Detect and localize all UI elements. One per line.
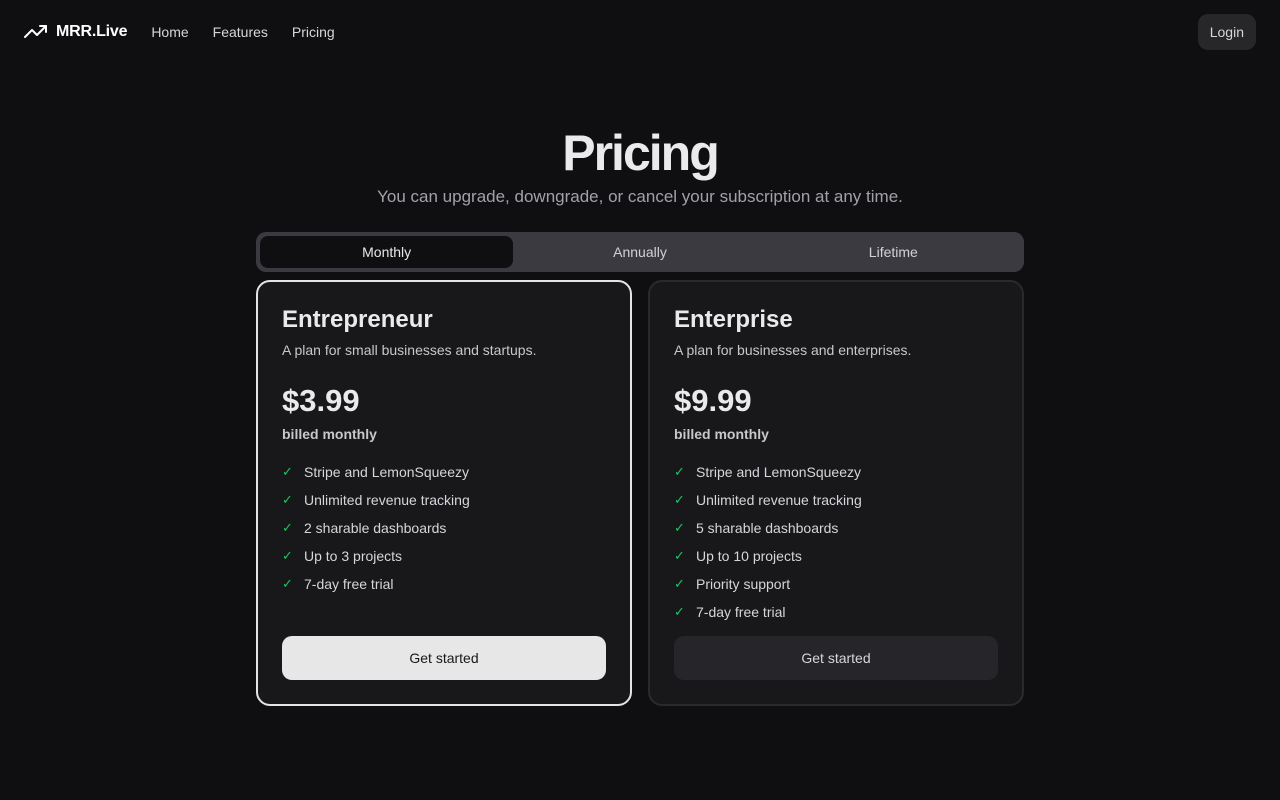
- plan-price: $9.99: [674, 383, 752, 418]
- feature-item: ✓ Stripe and LemonSqueezy: [674, 458, 998, 486]
- check-icon: ✓: [674, 576, 685, 591]
- nav-link-home[interactable]: Home: [151, 24, 188, 40]
- check-icon: ✓: [282, 464, 293, 479]
- feature-item: ✓ Unlimited revenue tracking: [674, 486, 998, 514]
- feature-label: 7-day free trial: [696, 604, 786, 620]
- nav-link-features[interactable]: Features: [213, 24, 268, 40]
- feature-label: Priority support: [696, 576, 791, 592]
- feature-list: ✓ Stripe and LemonSqueezy ✓ Unlimited reve…: [282, 458, 606, 598]
- check-icon: ✓: [674, 548, 685, 563]
- plan-name: Enterprise: [674, 306, 793, 333]
- feature-item: ✓ 7-day free trial: [282, 570, 606, 598]
- plan-description: A plan for businesses and enterprises.: [674, 342, 912, 358]
- pricing-hero: Pricing You can upgrade, downgrade, or c…: [0, 124, 1280, 208]
- get-started-button[interactable]: Get started: [282, 636, 606, 680]
- feature-item: ✓ Stripe and LemonSqueezy: [282, 458, 606, 486]
- feature-label: Unlimited revenue tracking: [696, 492, 862, 508]
- billing-period-toggle: Monthly Annually Lifetime: [256, 232, 1024, 272]
- plan-card-entrepreneur: Entrepreneur A plan for small businesses…: [256, 280, 632, 706]
- feature-item: ✓ 2 sharable dashboards: [282, 514, 606, 542]
- feature-label: Stripe and LemonSqueezy: [304, 464, 469, 480]
- check-icon: ✓: [282, 520, 293, 535]
- page-subtitle: You can upgrade, downgrade, or cancel yo…: [377, 187, 903, 206]
- check-icon: ✓: [674, 492, 685, 507]
- login-button[interactable]: Login: [1197, 14, 1256, 50]
- plan-price: $3.99: [282, 383, 360, 418]
- feature-list: ✓ Stripe and LemonSqueezy ✓ Unlimited reve…: [674, 458, 998, 626]
- feature-item: ✓ Up to 3 projects: [282, 542, 606, 570]
- plan-billing-period: billed monthly: [282, 426, 377, 442]
- check-icon: ✓: [674, 464, 685, 479]
- check-icon: ✓: [282, 576, 293, 591]
- check-icon: ✓: [674, 604, 685, 619]
- feature-item: ✓ 5 sharable dashboards: [674, 514, 998, 542]
- feature-label: Up to 10 projects: [696, 548, 802, 564]
- toggle-option-annually[interactable]: Annually: [513, 236, 766, 268]
- get-started-button[interactable]: Get started: [674, 636, 998, 680]
- feature-label: 7-day free trial: [304, 576, 394, 592]
- brand-name: MRR.Live: [56, 23, 128, 40]
- nav-link-pricing[interactable]: Pricing: [292, 24, 335, 40]
- page-title: Pricing: [562, 125, 719, 181]
- plan-billing-period: billed monthly: [674, 426, 769, 442]
- feature-item: ✓ Up to 10 projects: [674, 542, 998, 570]
- feature-label: 2 sharable dashboards: [304, 520, 447, 536]
- plan-name: Entrepreneur: [282, 306, 433, 333]
- plan-card-enterprise: Enterprise A plan for businesses and ent…: [648, 280, 1024, 706]
- feature-item: ✓ Unlimited revenue tracking: [282, 486, 606, 514]
- toggle-option-monthly[interactable]: Monthly: [260, 236, 514, 268]
- trending-up-icon: [24, 20, 48, 44]
- brand-logo-link[interactable]: MRR.Live: [24, 20, 128, 44]
- plan-description: A plan for small businesses and startups…: [282, 342, 537, 358]
- top-navigation: MRR.Live Home Features Pricing Login: [0, 0, 1280, 64]
- feature-label: 5 sharable dashboards: [696, 520, 839, 536]
- feature-label: Unlimited revenue tracking: [304, 492, 470, 508]
- feature-label: Stripe and LemonSqueezy: [696, 464, 861, 480]
- feature-label: Up to 3 projects: [304, 548, 403, 564]
- feature-item: ✓ Priority support: [674, 570, 998, 598]
- check-icon: ✓: [282, 548, 293, 563]
- check-icon: ✓: [674, 520, 685, 535]
- toggle-option-lifetime[interactable]: Lifetime: [767, 236, 1020, 268]
- feature-item: ✓ 7-day free trial: [674, 598, 998, 626]
- check-icon: ✓: [282, 492, 293, 507]
